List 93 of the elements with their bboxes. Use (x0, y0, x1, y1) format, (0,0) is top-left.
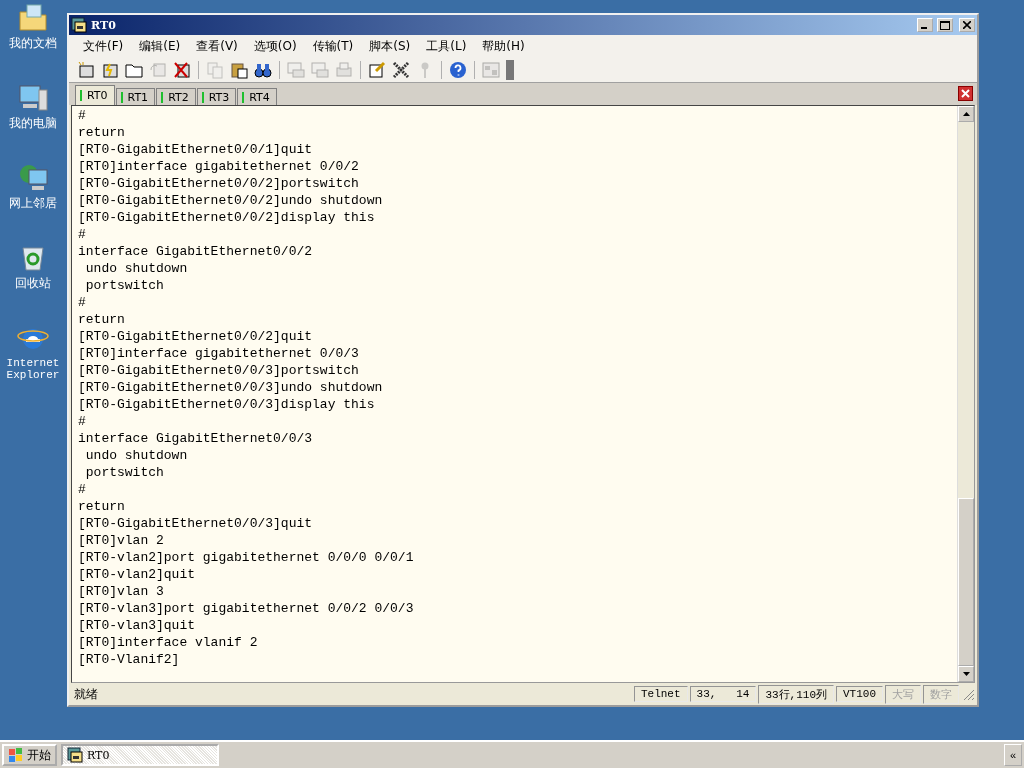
terminal-line: portswitch (84, 277, 165, 294)
app-window-icon (71, 17, 87, 33)
terminal-line: portswitch (84, 464, 165, 481)
terminal-line: # (78, 294, 87, 311)
close-button[interactable] (959, 18, 975, 32)
app-window-icon (67, 747, 83, 763)
window-title: RT0 (91, 18, 117, 32)
folder-icon (17, 2, 49, 34)
terminal-line: undo shutdown (84, 447, 189, 464)
status-pane: 数字 (923, 684, 959, 704)
menu-item[interactable]: 工具(L) (418, 37, 475, 55)
status-message: 就绪 (73, 685, 99, 703)
terminal-line: [RT0]interface gigabitethernet 0/0/2 (78, 158, 360, 175)
scroll-up-button[interactable] (958, 106, 974, 122)
terminal-line: [RT0]interface vlanif 2 (78, 634, 259, 651)
terminal-line: return (78, 124, 126, 141)
terminal-line: [RT0-GigabitEthernet0/0/2]undo shutdown (78, 192, 384, 209)
desktop-icon-label[interactable]: Internet Explorer (0, 357, 66, 381)
terminal-line: [RT0-GigabitEthernet0/0/1]quit (78, 141, 314, 158)
desktop-icon-label[interactable]: 网上邻居 (9, 197, 57, 209)
maximize-button[interactable] (937, 18, 953, 32)
windows-flag-icon (8, 747, 24, 763)
terminal-line: [RT0-Vlanif2] (78, 651, 181, 668)
terminal-line: [RT0-GigabitEthernet0/0/2]quit (78, 328, 314, 345)
menu-item[interactable]: 脚本(S) (361, 37, 419, 55)
minimize-button[interactable] (917, 18, 933, 32)
terminal-line: interface GigabitEthernet0/0/2 (78, 243, 314, 260)
status-pane: Telnet (633, 686, 688, 702)
menu-item[interactable]: 编辑(E) (131, 37, 189, 55)
status-pane: 33, 14 (689, 686, 757, 702)
terminal-line: [RT0-vlan2]quit (78, 566, 197, 583)
window-grid-icon (482, 60, 500, 79)
copy-icon (206, 60, 224, 79)
menu-item[interactable]: 帮助(H) (474, 37, 533, 55)
menu-item[interactable]: 查看(V) (188, 37, 246, 55)
terminal-line: [RT0-GigabitEthernet0/0/3]undo shutdown (78, 379, 384, 396)
start-button[interactable]: 开始 (2, 744, 57, 766)
printer-window-icon (287, 60, 305, 79)
down-arrow-icon (962, 672, 970, 676)
terminal-line: return (78, 498, 126, 515)
desktop-icon-label[interactable]: 回收站 (15, 277, 51, 289)
session-tab[interactable]: RT1 (115, 88, 156, 105)
computer-sparkle-icon (77, 60, 95, 79)
computer-arrows-icon (149, 60, 167, 79)
terminal-line: [RT0]vlan 2 (78, 532, 165, 549)
terminal-line: # (78, 226, 87, 243)
status-pane: 大写 (885, 684, 921, 704)
up-arrow-icon (962, 112, 970, 116)
session-tab[interactable]: RT0 (75, 85, 115, 105)
desktop-icon-label[interactable]: 我的电脑 (9, 117, 57, 129)
terminal-line: [RT0-GigabitEthernet0/0/3]display this (78, 396, 376, 413)
maximize-icon (940, 20, 950, 30)
terminal-line: [RT0]vlan 3 (78, 583, 165, 600)
scrollbar-thumb[interactable] (958, 498, 974, 666)
desktop-icon-label[interactable]: 我的文档 (9, 37, 57, 49)
terminal-line: # (78, 107, 87, 124)
help-icon (449, 60, 467, 79)
session-tab[interactable]: RT2 (156, 88, 196, 105)
close-tab-button[interactable] (958, 86, 973, 101)
session-tab[interactable]: RT3 (196, 88, 237, 105)
terminal-line: undo shutdown (84, 260, 189, 277)
terminal-line: [RT0-vlan3]quit (78, 617, 197, 634)
terminal-line: return (78, 311, 126, 328)
terminal-line: # (78, 413, 87, 430)
menu-item[interactable]: 文件(F) (75, 37, 132, 55)
printer-icon (335, 60, 353, 79)
computer-cross-icon (173, 60, 191, 79)
terminal-line: [RT0-GigabitEthernet0/0/2]portswitch (78, 175, 360, 192)
menu-item[interactable]: 选项(O) (245, 37, 305, 55)
close-icon (963, 21, 971, 29)
taskbar-task[interactable]: RT0 (61, 744, 219, 766)
terminal-line: [RT0-GigabitEthernet0/0/3]quit (78, 515, 314, 532)
crossed-tools-icon (392, 60, 410, 79)
menu-item[interactable]: 传输(T) (304, 37, 362, 55)
vertical-scrollbar[interactable] (957, 106, 974, 682)
terminal-line: [RT0-GigabitEthernet0/0/2]display this (78, 209, 376, 226)
document-pencil-icon (368, 60, 386, 79)
session-tab[interactable]: RT4 (237, 88, 277, 105)
scroll-down-button[interactable] (958, 666, 974, 682)
computer-icon (17, 82, 49, 114)
terminal-line: [RT0-vlan2]port gigabitethernet 0/0/0 0/0/1 (78, 549, 415, 566)
printer-window-icon (311, 60, 329, 79)
terminal-line: interface GigabitEthernet0/0/3 (78, 430, 314, 447)
terminal-line: [RT0]interface gigabitethernet 0/0/3 (78, 345, 360, 362)
resize-grip-icon[interactable] (961, 687, 975, 701)
status-pane: VT100 (836, 686, 883, 702)
terminal-line: # (78, 481, 87, 498)
terminal-line: [RT0-GigabitEthernet0/0/3]portswitch (78, 362, 360, 379)
tray-expand-button[interactable]: « (1004, 744, 1022, 766)
clipboard-icon (230, 60, 248, 79)
status-pane: 33行,110列 (758, 684, 834, 704)
close-icon (961, 89, 970, 98)
terminal-line: [RT0-vlan3]port gigabitethernet 0/0/2 0/0/3 (78, 600, 415, 617)
